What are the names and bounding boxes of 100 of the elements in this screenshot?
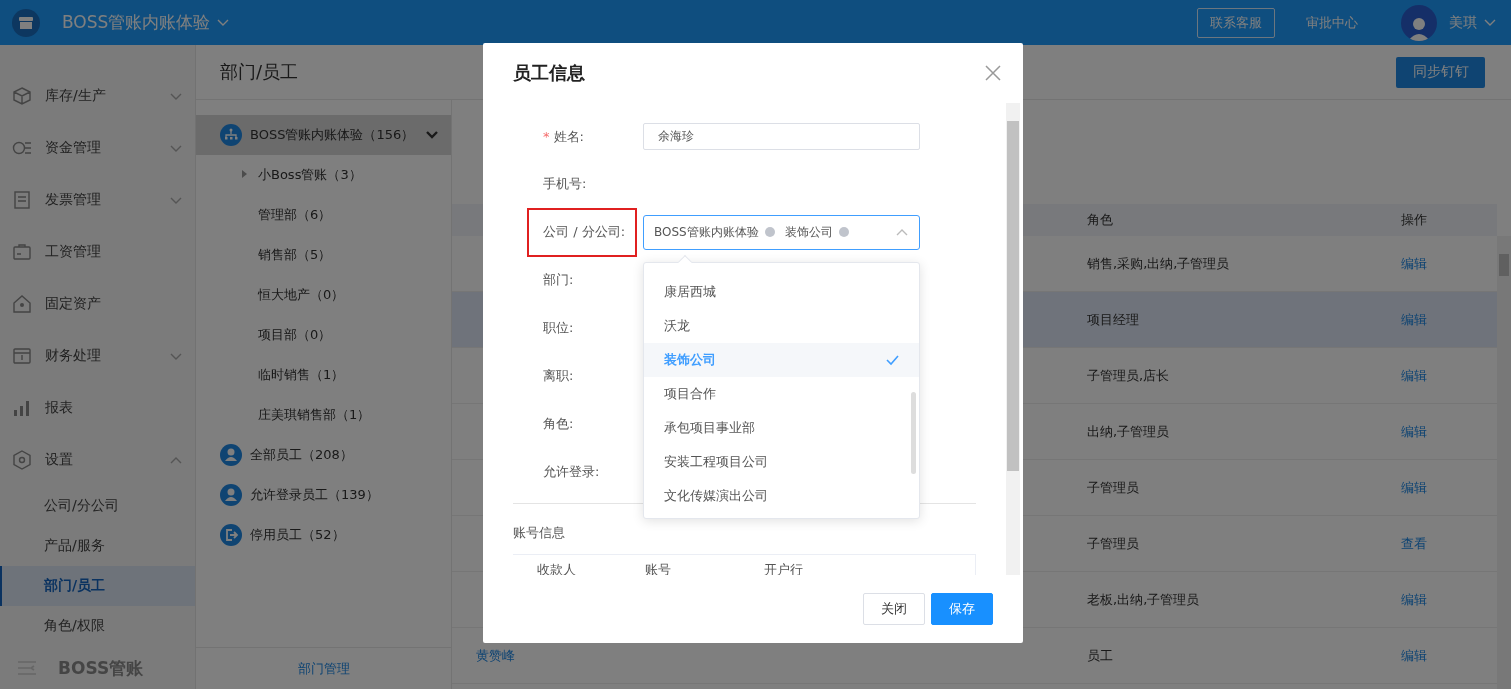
table-cell-text: 子管理员 [1087, 478, 1140, 497]
avatar-icon[interactable] [1401, 4, 1437, 41]
dropdown-option[interactable]: 承包项目事业部 [644, 410, 919, 445]
tree-item[interactable]: 管理部（6） [258, 206, 332, 224]
action-link[interactable]: 编辑 [1401, 478, 1497, 497]
save-button[interactable]: 保存 [931, 593, 993, 625]
tray-icon [12, 346, 32, 366]
column-header: 开户行 [764, 561, 804, 575]
tree-item[interactable]: 销售部（5） [258, 246, 332, 264]
sidebar-item[interactable]: 工资管理 [0, 226, 195, 278]
sync-button[interactable]: 同步钉钉 [1396, 56, 1485, 88]
org-chart-icon [220, 124, 242, 146]
sidebar-item[interactable]: 发票管理 [0, 174, 195, 226]
column-header: 角色 [1087, 211, 1114, 229]
action-link[interactable]: 编辑 [1401, 590, 1497, 609]
action-link[interactable]: 编辑 [1401, 646, 1497, 665]
field-label: 部门: [542, 271, 575, 289]
dialog-title: 员工信息 [513, 61, 586, 85]
dropdown-option[interactable]: 项目合作 [644, 376, 919, 411]
tree-item[interactable]: 临时销售（1） [258, 366, 345, 384]
table-cell-text: 项目经理 [1087, 310, 1140, 329]
dropdown-option[interactable]: 沃龙 [644, 308, 919, 343]
submenu-item[interactable]: 产品/服务 [0, 526, 195, 566]
briefcase-icon [12, 242, 32, 262]
sidebar-item[interactable]: 固定资产 [0, 278, 195, 330]
person-icon [220, 484, 242, 506]
table-cell-text: 子管理员 [1087, 534, 1140, 553]
table-cell-text: 出纳,子管理员 [1087, 422, 1171, 441]
tree-item[interactable]: BOSS管账内账体验（156） [196, 115, 451, 155]
store-icon [12, 8, 40, 37]
caret-icon [1483, 17, 1497, 28]
tag: BOSS管账内账体验 [654, 223, 775, 241]
menu-label: 工资管理 [45, 243, 102, 261]
tree-item[interactable]: 全部员工（208） [250, 446, 353, 464]
dropdown-option[interactable]: 文化传媒演出公司 [644, 478, 919, 513]
table-cell-text: 子管理员,店长 [1087, 366, 1171, 385]
menu-label: 设置 [45, 451, 74, 469]
tree-item[interactable]: 允许登录员工（139） [250, 486, 379, 504]
sidebar-item[interactable]: 资金管理 [0, 122, 195, 174]
sidebar-item[interactable]: 财务处理 [0, 330, 195, 382]
column-header: 账号 [645, 561, 672, 575]
table-cell-text: 销售,采购,出纳,子管理员 [1087, 254, 1231, 273]
person-icon [220, 444, 242, 466]
tree-item[interactable]: 小Boss管账（3） [258, 166, 362, 184]
sidebar-item[interactable]: 设置 [0, 434, 195, 486]
exit-icon [220, 524, 242, 546]
bar-chart-icon [12, 398, 32, 418]
menu-label: 资金管理 [45, 139, 102, 157]
tag: 装饰公司 [784, 223, 849, 241]
tree-item[interactable]: 项目部（0） [258, 326, 332, 344]
action-link[interactable]: 编辑 [1401, 422, 1497, 441]
tree-item[interactable]: 停用员工（52） [250, 526, 345, 544]
menu-label: 报表 [45, 399, 74, 417]
sidebar-item[interactable]: 库存/生产 [0, 70, 195, 122]
field-label: * 姓名: [542, 127, 585, 146]
scrollbar[interactable] [1497, 236, 1511, 689]
field-label: 职位: [542, 319, 575, 337]
action-link[interactable]: 编辑 [1401, 310, 1497, 329]
check-icon [886, 353, 899, 366]
name-link[interactable]: 黄赞峰 [476, 646, 1087, 665]
menu-label: 库存/生产 [45, 87, 107, 105]
action-link[interactable]: 编辑 [1401, 254, 1497, 273]
document-icon [12, 190, 32, 210]
action-link[interactable]: 编辑 [1401, 366, 1497, 385]
user-name[interactable]: 美琪 [1449, 13, 1477, 32]
sidebar-item[interactable]: 报表 [0, 382, 195, 434]
submenu-item[interactable]: 角色/权限 [0, 606, 195, 646]
menu-label: 财务处理 [45, 347, 102, 365]
close-icon[interactable] [985, 65, 1001, 81]
tree-item[interactable]: 恒大地产（0） [258, 286, 345, 304]
dropdown-option[interactable]: 安装工程项目公司 [644, 444, 919, 479]
select-field[interactable]: BOSS管账内账体验 装饰公司 [643, 214, 920, 250]
action-link[interactable]: 查看 [1401, 534, 1497, 553]
field-label: 手机号: [542, 175, 588, 193]
dropdown-option[interactable]: 装饰公司 [644, 342, 919, 377]
menu-label: 固定资产 [45, 295, 102, 313]
submenu-item[interactable]: 公司/分公司 [0, 486, 195, 526]
section-title: 账号信息 [513, 524, 566, 542]
field-label: 离职: [542, 367, 575, 385]
support-button[interactable]: 联系客服 [1197, 7, 1275, 38]
close-button[interactable]: 关闭 [863, 593, 925, 625]
input-field[interactable]: 余海珍 [643, 123, 920, 150]
table-cell-text: 员工 [1087, 646, 1114, 665]
tree-item[interactable]: 庄美琪销售部（1） [258, 406, 371, 424]
table-cell-text: 老板,出纳,子管理员 [1087, 590, 1201, 609]
field-label: 角色: [542, 415, 575, 433]
manage-link[interactable]: 部门管理 [196, 647, 451, 689]
dropdown-option[interactable]: 康居西城 [644, 274, 919, 309]
field-label: 公司 / 分公司: [527, 207, 637, 257]
app-title[interactable]: BOSS管账内账体验 [62, 11, 211, 34]
scrollbar[interactable] [1006, 103, 1020, 575]
tree-label: BOSS管账内账体验（156） [250, 126, 415, 144]
field-label: 允许登录: [542, 463, 601, 481]
cube-icon [12, 86, 32, 106]
house-icon [12, 294, 32, 314]
submenu-item[interactable]: 部门/员工 [0, 566, 195, 606]
header-link[interactable]: 审批中心 [1293, 7, 1371, 38]
settings-icon [12, 450, 32, 470]
menu-label: 发票管理 [45, 191, 102, 209]
caret-icon [216, 17, 231, 28]
